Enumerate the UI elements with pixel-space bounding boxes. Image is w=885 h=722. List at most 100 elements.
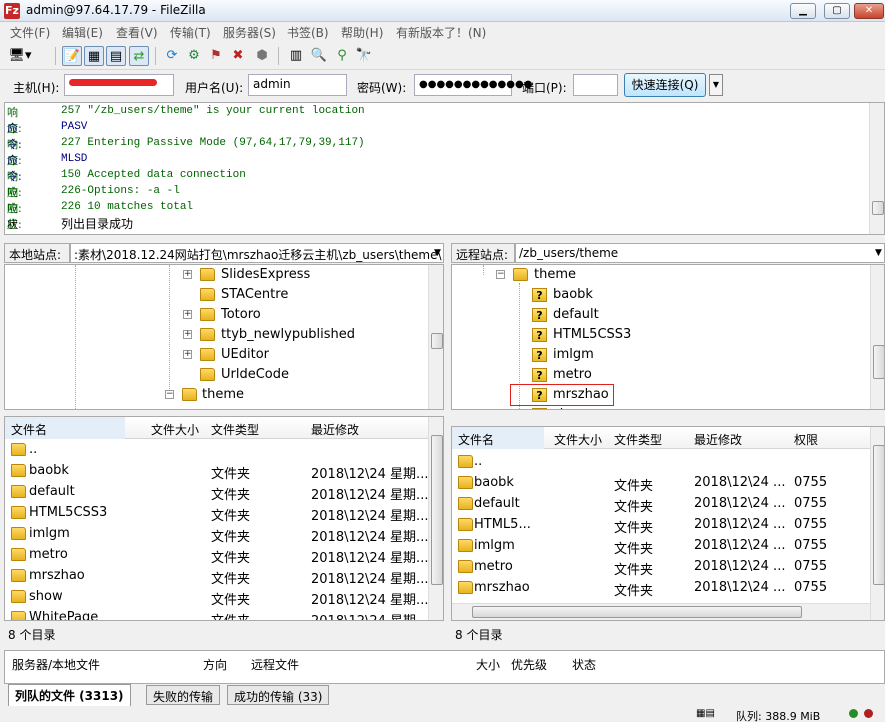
- column-filetype[interactable]: 文件类型: [211, 421, 259, 438]
- list-item[interactable]: metro 文件夹 2018\12\24 ... 0755: [452, 556, 870, 578]
- folder-icon: [11, 485, 26, 498]
- menu-file[interactable]: 文件(F): [10, 24, 50, 41]
- queue-col-direction[interactable]: 方向: [203, 656, 227, 673]
- find-files-icon[interactable]: 🔭: [354, 46, 374, 66]
- tab-queued-files[interactable]: 列队的文件 (3313): [8, 684, 131, 706]
- menu-view[interactable]: 查看(V): [116, 24, 158, 41]
- log-scroll-thumb[interactable]: [872, 201, 884, 215]
- process-queue-icon[interactable]: ⚙: [184, 46, 204, 66]
- column-filesize[interactable]: 文件大小: [151, 421, 199, 438]
- menu-bookmarks[interactable]: 书签(B): [287, 24, 329, 41]
- cancel-operation-icon[interactable]: ⚑: [206, 46, 226, 66]
- list-item[interactable]: baobk 文件夹 2018\12\24 ... 0755: [452, 472, 870, 494]
- remote-list-hscrollbar[interactable]: [452, 603, 870, 620]
- folder-icon: [458, 560, 473, 573]
- site-manager-icon[interactable]: 🖥▾: [6, 46, 34, 66]
- password-input[interactable]: ●●●●●●●●●●●●●: [414, 74, 532, 96]
- host-input[interactable]: [64, 74, 174, 96]
- column-modified[interactable]: 最近修改: [694, 431, 742, 448]
- queue-col-size[interactable]: 大小: [476, 656, 500, 673]
- reconnect-icon[interactable]: ⬢: [252, 46, 272, 66]
- list-item[interactable]: imlgm 文件夹 2018\12\24 ... 0755: [452, 535, 870, 557]
- list-item[interactable]: metro 文件夹 2018\12\24 星期...: [5, 544, 429, 566]
- queue-size: 队列: 388.9 MiB: [736, 710, 821, 722]
- menu-edit[interactable]: 编辑(E): [62, 24, 103, 41]
- message-log: 响应: 257 "/zb_users/theme" is your current…: [4, 102, 885, 235]
- column-filename[interactable]: 文件名: [452, 427, 544, 449]
- expand-icon[interactable]: +: [183, 330, 192, 339]
- username-input[interactable]: admin: [248, 74, 347, 96]
- list-item[interactable]: HTML5CSS3 文件夹 2018\12\24 星期...: [5, 502, 429, 524]
- local-site-bar: 本地站点: :素材\2018.12.24网站打包\mrszhao迁移云主机\zb…: [4, 242, 444, 264]
- toggle-comparison-icon[interactable]: 🔍: [309, 46, 329, 66]
- list-item[interactable]: default 文件夹 2018\12\24 星期...: [5, 481, 429, 503]
- password-label: 密码(W):: [357, 81, 407, 95]
- maximize-button[interactable]: ▢: [824, 3, 850, 19]
- remote-tree-scroll-thumb[interactable]: [873, 345, 884, 379]
- column-filetype[interactable]: 文件类型: [614, 431, 662, 448]
- port-input[interactable]: [573, 74, 618, 96]
- local-tree-scrollbar[interactable]: [428, 265, 443, 409]
- unknown-folder-icon: ?: [532, 408, 547, 409]
- list-item[interactable]: ..: [5, 439, 429, 460]
- log-scrollbar[interactable]: [869, 103, 884, 234]
- toggle-local-tree-icon[interactable]: ▦: [84, 46, 104, 66]
- expand-icon[interactable]: +: [183, 270, 192, 279]
- column-permissions[interactable]: 权限: [794, 431, 818, 448]
- synchronized-browsing-icon[interactable]: ⚲: [332, 46, 352, 66]
- remote-path-input[interactable]: /zb_users/theme: [515, 243, 885, 263]
- remote-list-scrollbar[interactable]: [870, 427, 884, 620]
- column-filesize[interactable]: 文件大小: [554, 431, 602, 448]
- expand-icon[interactable]: +: [183, 350, 192, 359]
- tab-failed-transfers[interactable]: 失败的传输: [146, 685, 221, 705]
- local-path-dropdown-icon[interactable]: ▼: [434, 248, 441, 258]
- list-item[interactable]: default 文件夹 2018\12\24 ... 0755: [452, 493, 870, 515]
- column-filename[interactable]: 文件名: [5, 417, 125, 439]
- queue-col-priority[interactable]: 优先级: [511, 656, 547, 673]
- list-item[interactable]: mrszhao 文件夹 2018\12\24 星期...: [5, 565, 429, 587]
- menu-new-version[interactable]: 有新版本了！(N): [396, 24, 486, 41]
- close-button[interactable]: ✕: [854, 3, 884, 19]
- minimize-button[interactable]: ▁: [790, 3, 816, 19]
- local-tree-scroll-thumb[interactable]: [431, 333, 443, 349]
- remote-list-scroll-thumb[interactable]: [873, 445, 884, 585]
- remote-list-header: 文件名 文件大小 文件类型 最近修改 权限: [452, 427, 870, 449]
- toggle-log-icon[interactable]: 📝: [62, 46, 82, 66]
- folder-icon: [200, 348, 215, 361]
- remote-tree-scrollbar[interactable]: [870, 265, 884, 409]
- refresh-icon[interactable]: ⟳: [162, 46, 182, 66]
- queue-col-status[interactable]: 状态: [572, 656, 596, 673]
- local-status: 8 个目录: [8, 628, 56, 642]
- remote-list-hscroll-thumb[interactable]: [472, 606, 802, 618]
- folder-icon: [11, 443, 26, 456]
- local-list-scroll-thumb[interactable]: [431, 435, 443, 585]
- status-bar: ▦▤ 队列: 388.9 MiB: [0, 706, 885, 722]
- toggle-remote-tree-icon[interactable]: ▤: [106, 46, 126, 66]
- disconnect-icon[interactable]: ✖: [228, 46, 248, 66]
- column-modified[interactable]: 最近修改: [311, 421, 359, 438]
- tab-successful-transfers[interactable]: 成功的传输 (33): [227, 685, 330, 705]
- list-item[interactable]: imlgm 文件夹 2018\12\24 星期...: [5, 523, 429, 545]
- list-item[interactable]: mrszhao 文件夹 2018\12\24 ... 0755: [452, 577, 870, 599]
- local-path-input[interactable]: :素材\2018.12.24网站打包\mrszhao迁移云主机\zb_users…: [70, 243, 444, 263]
- remote-path-dropdown-icon[interactable]: ▼: [875, 248, 882, 258]
- queue-col-local-file[interactable]: 服务器/本地文件: [12, 656, 100, 673]
- quickconnect-dropdown[interactable]: ▼: [709, 74, 723, 96]
- menu-server[interactable]: 服务器(S): [223, 24, 276, 41]
- folder-open-icon: [513, 268, 528, 281]
- list-item[interactable]: baobk 文件夹 2018\12\24 星期...: [5, 460, 429, 482]
- list-item[interactable]: ..: [452, 451, 870, 472]
- menu-help[interactable]: 帮助(H): [341, 24, 383, 41]
- quickconnect-button[interactable]: 快速连接(Q): [624, 73, 706, 97]
- list-item[interactable]: show 文件夹 2018\12\24 星期...: [5, 586, 429, 608]
- expand-icon[interactable]: +: [183, 310, 192, 319]
- collapse-icon[interactable]: −: [496, 270, 505, 279]
- directory-listing-filters-icon[interactable]: ▥: [286, 46, 306, 66]
- toggle-queue-icon[interactable]: ⇄: [129, 46, 149, 66]
- local-list-scrollbar[interactable]: [428, 417, 443, 620]
- collapse-icon[interactable]: −: [165, 390, 174, 399]
- list-item[interactable]: HTML5... 文件夹 2018\12\24 ... 0755: [452, 514, 870, 536]
- list-item[interactable]: WhitePage文件夹2018\12\24 星期...: [5, 607, 429, 620]
- queue-col-remote-file[interactable]: 远程文件: [251, 656, 299, 673]
- menu-transfer[interactable]: 传输(T): [170, 24, 211, 41]
